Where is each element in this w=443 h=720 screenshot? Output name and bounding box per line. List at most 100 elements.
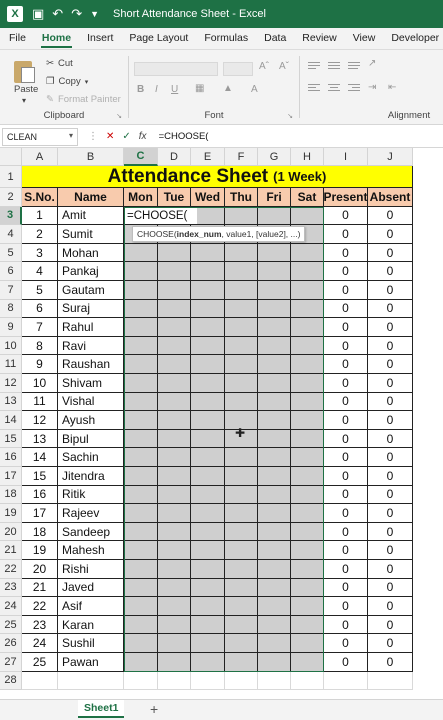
formula-input[interactable]: =CHOOSE( <box>159 131 209 142</box>
day-cell[interactable] <box>191 336 225 356</box>
day-cell[interactable] <box>158 429 191 449</box>
row-header-25[interactable]: 25 <box>0 615 22 635</box>
day-cell[interactable] <box>124 504 158 523</box>
day-cell[interactable] <box>225 392 258 412</box>
day-cell[interactable] <box>291 485 324 505</box>
name-cell[interactable]: Gautam <box>58 281 124 300</box>
day-cell[interactable] <box>258 429 291 449</box>
empty-cell[interactable] <box>191 671 225 691</box>
sno-cell[interactable]: 16 <box>22 485 58 505</box>
name-cell[interactable]: Sachin <box>58 448 124 467</box>
name-cell[interactable]: Sandeep <box>58 522 124 542</box>
row-header-4[interactable]: 4 <box>0 225 22 244</box>
sno-cell[interactable]: 15 <box>22 467 58 486</box>
row-header-26[interactable]: 26 <box>0 634 22 653</box>
day-cell[interactable] <box>291 374 324 393</box>
day-cell[interactable] <box>191 541 225 560</box>
day-cell[interactable] <box>225 299 258 319</box>
day-cell[interactable] <box>158 281 191 300</box>
day-cell[interactable] <box>225 560 258 579</box>
present-cell[interactable]: 0 <box>324 448 368 467</box>
empty-cell[interactable] <box>258 671 291 691</box>
day-cell[interactable] <box>225 504 258 523</box>
present-cell[interactable]: 0 <box>324 281 368 300</box>
column-header-g[interactable]: G <box>258 148 291 166</box>
day-cell[interactable] <box>158 634 191 653</box>
column-header-e[interactable]: E <box>191 148 225 166</box>
header-cell[interactable]: Absent <box>368 188 413 207</box>
day-cell[interactable] <box>258 299 291 319</box>
day-cell[interactable] <box>291 448 324 467</box>
day-cell[interactable] <box>258 467 291 486</box>
font-color-icon[interactable]: A <box>251 84 258 95</box>
function-tooltip[interactable]: CHOOSE(index_num, value1, [value2], ...) <box>132 226 306 243</box>
name-cell[interactable]: Asif <box>58 597 124 616</box>
day-cell[interactable] <box>158 578 191 598</box>
column-header-j[interactable]: J <box>368 148 413 166</box>
day-cell[interactable] <box>291 355 324 374</box>
present-cell[interactable]: 0 <box>324 299 368 319</box>
day-cell[interactable] <box>291 615 324 635</box>
day-cell[interactable] <box>291 299 324 319</box>
absent-cell[interactable]: 0 <box>368 243 413 263</box>
day-cell[interactable] <box>291 411 324 430</box>
absent-cell[interactable]: 0 <box>368 504 413 523</box>
name-cell[interactable]: Ritik <box>58 485 124 505</box>
present-cell[interactable]: 0 <box>324 355 368 374</box>
row-header-27[interactable]: 27 <box>0 653 22 672</box>
empty-cell[interactable] <box>58 671 124 691</box>
tab-insert[interactable]: Insert <box>78 32 120 49</box>
day-cell[interactable] <box>124 578 158 598</box>
header-cell[interactable]: Sat <box>291 188 324 207</box>
format-painter-button[interactable]: ✎ Format Painter <box>46 94 121 105</box>
column-header-i[interactable]: I <box>324 148 368 166</box>
present-cell[interactable]: 0 <box>324 206 368 226</box>
name-cell[interactable]: Sushil <box>58 634 124 653</box>
insert-function-button[interactable]: fx <box>139 131 147 142</box>
day-cell[interactable] <box>225 336 258 356</box>
present-cell[interactable]: 0 <box>324 411 368 430</box>
day-cell[interactable] <box>291 467 324 486</box>
sno-cell[interactable]: 25 <box>22 653 58 672</box>
row-header-10[interactable]: 10 <box>0 336 22 356</box>
sno-cell[interactable]: 7 <box>22 318 58 337</box>
present-cell[interactable]: 0 <box>324 653 368 672</box>
column-header-h[interactable]: H <box>291 148 324 166</box>
sno-cell[interactable]: 18 <box>22 522 58 542</box>
day-cell[interactable] <box>191 262 225 281</box>
name-cell[interactable]: Bipul <box>58 429 124 449</box>
sno-cell[interactable]: 23 <box>22 615 58 635</box>
day-cell[interactable] <box>158 467 191 486</box>
sno-cell[interactable]: 4 <box>22 262 58 281</box>
day-cell[interactable] <box>191 560 225 579</box>
day-cell[interactable] <box>124 411 158 430</box>
day-cell[interactable] <box>158 597 191 616</box>
day-cell[interactable] <box>191 615 225 635</box>
day-cell[interactable] <box>191 318 225 337</box>
empty-cell[interactable] <box>158 671 191 691</box>
row-header-11[interactable]: 11 <box>0 355 22 374</box>
name-cell[interactable]: Rishi <box>58 560 124 579</box>
day-cell[interactable] <box>124 243 158 263</box>
day-cell[interactable] <box>258 281 291 300</box>
name-cell[interactable]: Rahul <box>58 318 124 337</box>
dialog-launcher-icon[interactable]: ↘ <box>116 112 122 120</box>
present-cell[interactable]: 0 <box>324 225 368 244</box>
column-header-c[interactable]: C <box>124 148 158 166</box>
day-cell[interactable] <box>225 262 258 281</box>
day-cell[interactable] <box>291 597 324 616</box>
day-cell[interactable] <box>124 299 158 319</box>
absent-cell[interactable]: 0 <box>368 467 413 486</box>
day-cell[interactable] <box>191 281 225 300</box>
tab-review[interactable]: Review <box>293 32 343 49</box>
absent-cell[interactable]: 0 <box>368 653 413 672</box>
absent-cell[interactable]: 0 <box>368 429 413 449</box>
outdent-icon[interactable]: ⇤ <box>388 82 396 93</box>
row-header-9[interactable]: 9 <box>0 318 22 337</box>
name-box[interactable]: CLEAN ▾ <box>2 127 78 146</box>
column-header-d[interactable]: D <box>158 148 191 166</box>
row-header-18[interactable]: 18 <box>0 485 22 505</box>
day-cell[interactable] <box>191 411 225 430</box>
day-cell[interactable] <box>191 392 225 412</box>
day-cell[interactable] <box>291 522 324 542</box>
